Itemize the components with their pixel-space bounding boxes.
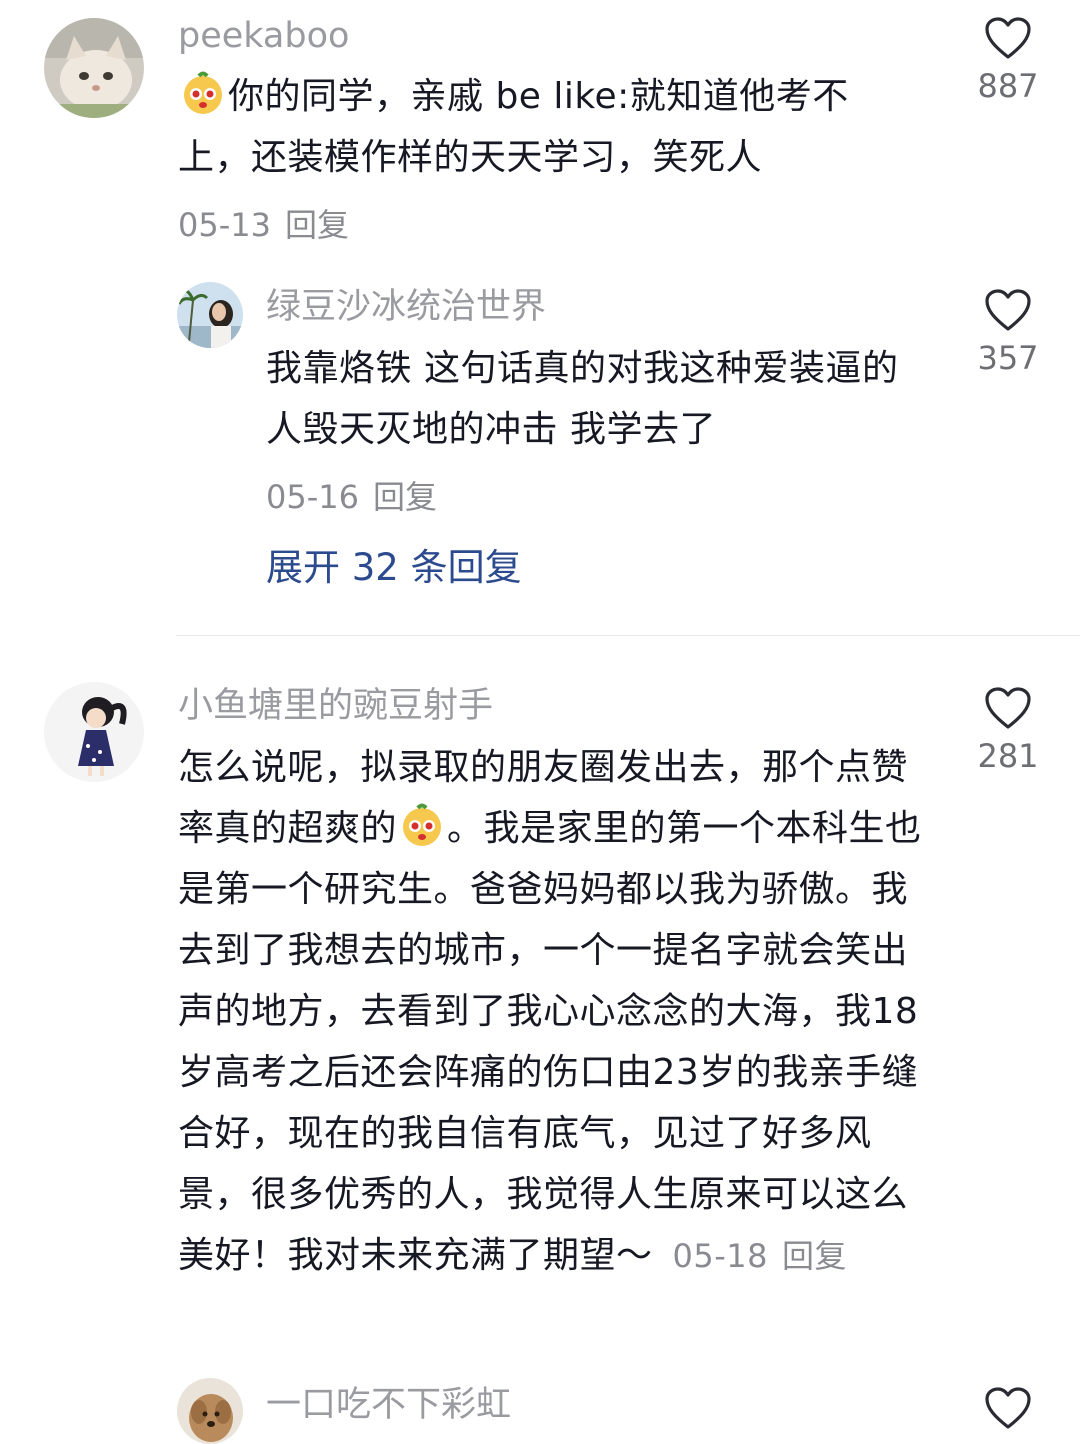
divider bbox=[176, 635, 1080, 636]
sticker-emoji-icon bbox=[184, 71, 222, 114]
like-group: 887 bbox=[958, 16, 1058, 106]
comment-username[interactable]: peekaboo bbox=[178, 14, 349, 58]
heart-icon[interactable] bbox=[984, 686, 1032, 730]
like-group bbox=[958, 1386, 1058, 1430]
like-group: 357 bbox=[958, 288, 1058, 378]
reply-button[interactable]: 回复 bbox=[285, 206, 349, 244]
comment-text: 你的同学，亲戚 be like:就知道他考不上，还装模作样的天天学习，笑死人 bbox=[178, 66, 918, 188]
like-group: 281 bbox=[958, 686, 1058, 776]
heart-icon[interactable] bbox=[984, 288, 1032, 332]
sticker-emoji-icon bbox=[403, 803, 442, 846]
comment-date: 05-18 bbox=[672, 1237, 768, 1275]
like-count: 887 bbox=[977, 67, 1039, 105]
comment-text: 我靠烙铁 这句话真的对我这种爱装逼的人毁天灭地的冲击 我学去了 bbox=[266, 348, 899, 450]
heart-icon[interactable] bbox=[984, 1386, 1032, 1430]
girl-palm-avatar-icon bbox=[177, 282, 243, 348]
comment-username[interactable]: 绿豆沙冰统治世界 bbox=[266, 285, 546, 329]
reply-button[interactable]: 回复 bbox=[373, 478, 437, 516]
avatar[interactable] bbox=[44, 18, 144, 118]
comment-text-body: 。我是家里的第一个本科生也是第一个研究生。爸爸妈妈都以我为骄傲。我去到了我想去的… bbox=[178, 808, 922, 1276]
comment-username[interactable]: 一口吃不下彩虹 bbox=[266, 1383, 511, 1427]
cartoon-girl-avatar-icon bbox=[44, 682, 144, 782]
comment-text-body: 你的同学，亲戚 be like:就知道他考不上，还装模作样的天天学习，笑死人 bbox=[178, 76, 849, 178]
reply-button[interactable]: 回复 bbox=[782, 1237, 847, 1275]
comment-meta: 05-13 回复 bbox=[178, 200, 349, 246]
comment-meta: 05-18 回复 bbox=[672, 1237, 847, 1275]
comment-username[interactable]: 小鱼塘里的豌豆射手 bbox=[178, 684, 493, 728]
comment-text: 怎么说呢，拟录取的朋友圈发出去，那个点赞率真的超爽的 。我是家里的第一个本科生也… bbox=[178, 737, 930, 1287]
avatar[interactable] bbox=[177, 1378, 243, 1444]
expand-replies-link[interactable]: 展开 32 条回复 bbox=[266, 545, 522, 591]
avatar[interactable] bbox=[44, 682, 144, 782]
comment-meta: 05-16 回复 bbox=[266, 472, 437, 518]
like-count: 357 bbox=[977, 339, 1039, 377]
dog-avatar-icon bbox=[177, 1378, 243, 1444]
cat-avatar-icon bbox=[44, 18, 144, 118]
avatar[interactable] bbox=[177, 282, 243, 348]
like-count: 281 bbox=[977, 737, 1039, 775]
comment-date: 05-13 bbox=[178, 206, 271, 244]
heart-icon[interactable] bbox=[984, 16, 1032, 60]
comment-date: 05-16 bbox=[266, 478, 359, 516]
